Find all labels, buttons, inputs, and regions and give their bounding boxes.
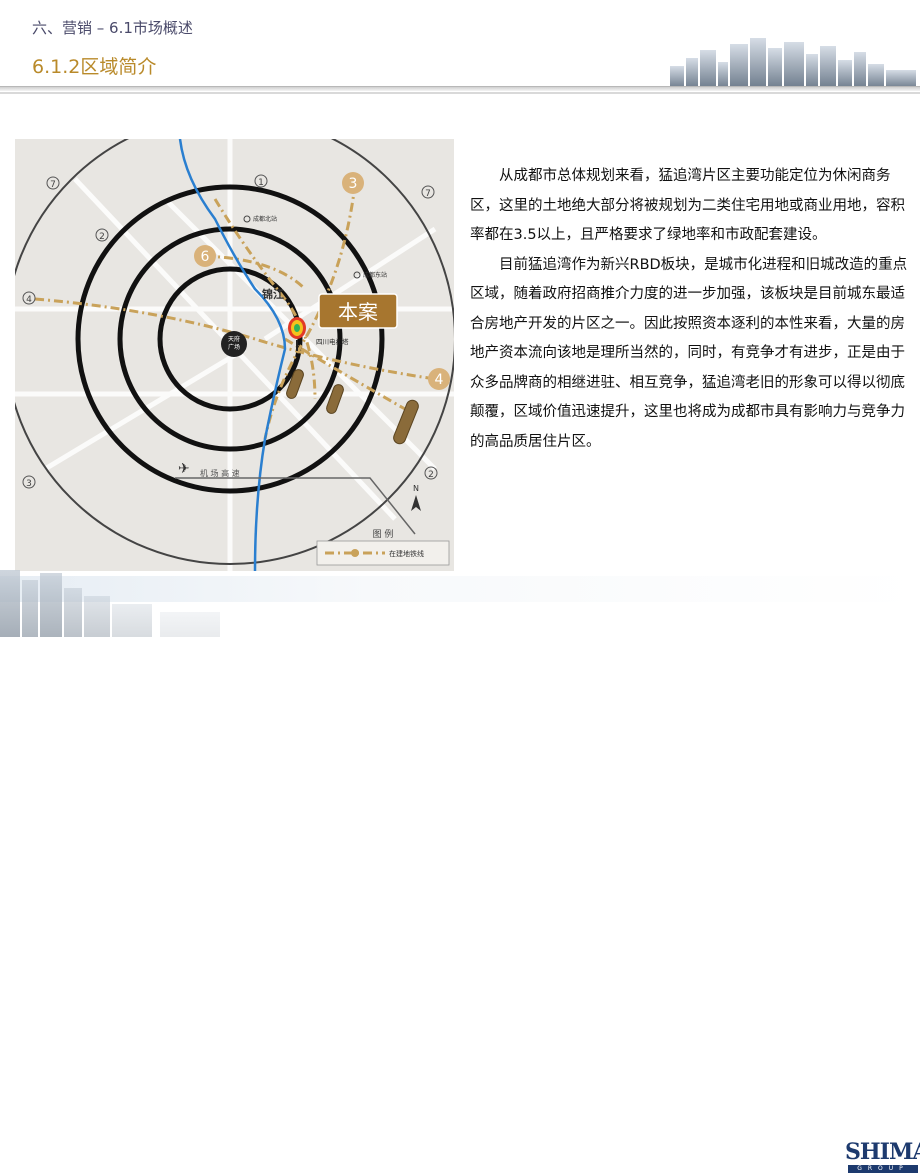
project-location-marker — [288, 317, 306, 351]
shimao-logo-subtitle: GROUP — [848, 1165, 918, 1173]
station-icon — [243, 215, 251, 223]
slide-header: 六、营销 – 6.1市场概述 6.1.2区域简介 — [0, 0, 920, 96]
svg-text:3: 3 — [26, 479, 32, 489]
line-marker-1: 1 — [254, 174, 268, 188]
line-badge-6: 6 — [194, 245, 216, 267]
tianfu-square-marker: 天府 广场 — [221, 331, 247, 357]
skyline-illustration — [670, 38, 916, 88]
slide-title: 6.1.2区域简介 — [32, 56, 157, 78]
line-marker-7: 7 — [46, 176, 60, 190]
legend-title: 图 例 — [373, 528, 394, 540]
line-marker-2-left: 2 — [95, 228, 109, 242]
svg-text:1: 1 — [258, 178, 264, 188]
airport-expressway — [175, 477, 416, 535]
header-divider — [0, 86, 920, 91]
shimao-logo: SHIMAO — [845, 1139, 920, 1165]
description-paragraph-1: 从成都市总体规划来看，猛追湾片区主要功能定位为休闲商务区，这里的土地绝大部分将被… — [470, 168, 905, 243]
project-badge-label: 本案 — [338, 300, 378, 324]
station-chengdu-east: 成都东站 — [363, 271, 387, 279]
svg-text:4: 4 — [26, 295, 32, 305]
svg-text:3: 3 — [349, 176, 358, 192]
header-divider-secondary — [0, 92, 920, 94]
svg-text:广场: 广场 — [228, 343, 240, 351]
section-label: 六、营销 – 6.1市场概述 — [32, 19, 193, 37]
jinjiang-label: 锦江 — [262, 287, 284, 301]
svg-text:天府: 天府 — [228, 335, 240, 343]
svg-text:7: 7 — [425, 189, 431, 199]
area-description: 从成都市总体规划来看，猛追湾片区主要功能定位为休闲商务区，这里的土地绝大部分将被… — [470, 162, 910, 457]
line-badge-3: 3 — [342, 172, 364, 194]
legend-item-label: 在建地铁线 — [389, 549, 424, 558]
description-paragraph-2: 目前猛追湾作为新兴RBD板块，是城市化进程和旧城改造的重点区域，随着政府招商推介… — [470, 256, 908, 450]
district-map: 机 场 高 速 ✈ 1 2 7 7 2 3 4 3 6 4 成都北站 成都东站 … — [15, 139, 454, 571]
svg-text:6: 6 — [201, 249, 210, 265]
north-arrow-icon — [411, 495, 421, 511]
line-marker-3-left: 3 — [22, 475, 36, 489]
line-marker-7-right: 7 — [421, 185, 435, 199]
map-graphic: 机 场 高 速 ✈ 1 2 7 7 2 3 4 3 6 4 成都北站 成都东站 … — [15, 139, 454, 571]
line-badge-4: 4 — [428, 368, 450, 390]
svg-text:2: 2 — [99, 232, 105, 242]
airport-expressway-label: 机 场 高 速 — [200, 468, 240, 478]
line-marker-2-right: 2 — [424, 466, 438, 480]
svg-text:N: N — [413, 484, 419, 493]
slide-footer: SHIMAO GROUP — [0, 570, 920, 1173]
north-compass: N — [411, 484, 421, 511]
line-marker-4-left: 4 — [22, 291, 36, 305]
svg-text:4: 4 — [435, 372, 444, 388]
project-badge: 本案 — [318, 293, 398, 329]
airplane-icon: ✈ — [178, 461, 190, 477]
station-chengdu-north: 成都北站 — [253, 215, 277, 223]
map-legend: 图 例 在建地铁线 — [316, 528, 450, 566]
road-label: 四川电视塔 — [316, 337, 349, 346]
svg-text:2: 2 — [428, 470, 434, 480]
svg-text:7: 7 — [50, 180, 56, 190]
footer-cityscape — [0, 570, 220, 637]
